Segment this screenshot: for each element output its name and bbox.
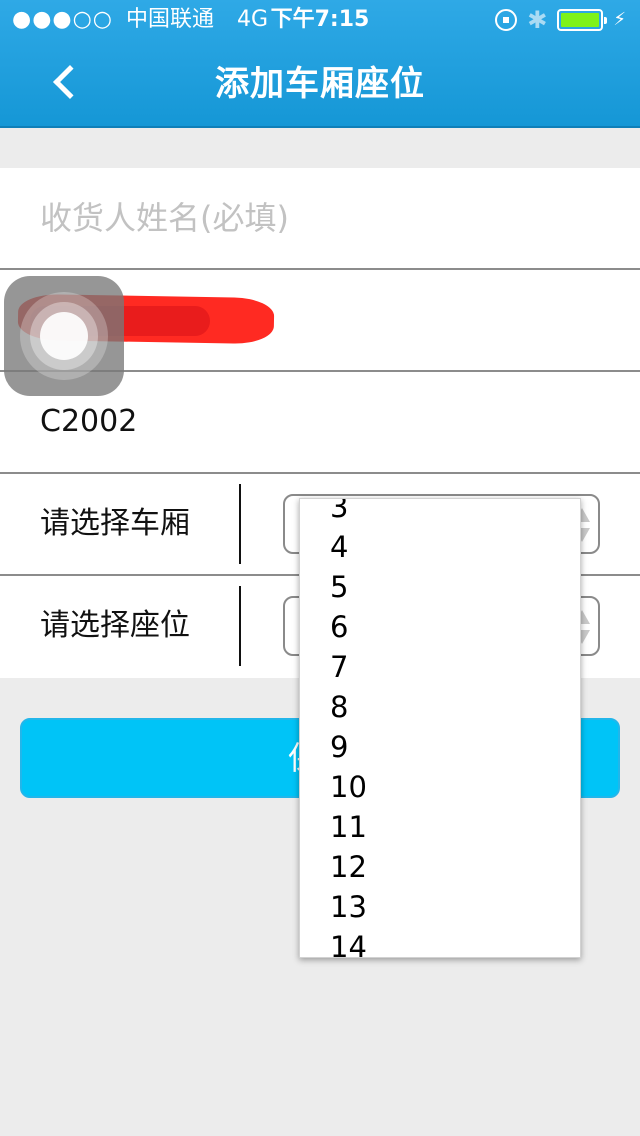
top-bar: ●●●○○ 中国联通 4G 下午7:15 ✱ ⚡ 添加车厢座位 [0, 0, 640, 128]
battery-fill [561, 13, 600, 27]
assistive-touch-button[interactable] [4, 276, 124, 396]
rotation-lock-icon [495, 9, 518, 31]
dropdown-option[interactable]: 6 [300, 607, 580, 647]
dropdown-option[interactable]: 7 [300, 647, 580, 687]
carriage-label: 请选择车厢 [40, 506, 190, 541]
recipient-name-input[interactable] [40, 168, 600, 268]
dropdown-option[interactable]: 4 [300, 527, 580, 567]
status-bar: ●●●○○ 中国联通 4G 下午7:15 ✱ ⚡ [0, 0, 640, 40]
dropdown-option[interactable]: 13 [300, 887, 580, 927]
bluetooth-icon: ✱ [527, 6, 548, 34]
navigation-bar: 添加车厢座位 [0, 40, 640, 128]
name-row [0, 168, 640, 270]
dropdown-options: 3 4 5 6 7 8 9 10 11 12 13 14 [300, 499, 580, 957]
page-title: 添加车厢座位 [215, 64, 425, 104]
dropdown-option[interactable]: 9 [300, 727, 580, 767]
divider [239, 586, 241, 666]
seat-label: 请选择座位 [40, 608, 190, 643]
dropdown-option[interactable]: 8 [300, 687, 580, 727]
carriage-dropdown-list[interactable]: 3 4 5 6 7 8 9 10 11 12 13 14 [299, 498, 581, 958]
dropdown-option[interactable]: 5 [300, 567, 580, 607]
assistive-touch-center [40, 312, 88, 360]
charging-icon: ⚡ [613, 9, 626, 30]
status-right: ✱ ⚡ [495, 0, 626, 40]
dropdown-option[interactable]: 11 [300, 807, 580, 847]
dropdown-option[interactable]: 10 [300, 767, 580, 807]
battery-icon [557, 9, 608, 31]
dropdown-option[interactable]: 3 [300, 499, 580, 527]
dropdown-option[interactable]: 12 [300, 847, 580, 887]
divider [239, 484, 241, 564]
dropdown-option[interactable]: 14 [300, 927, 580, 957]
